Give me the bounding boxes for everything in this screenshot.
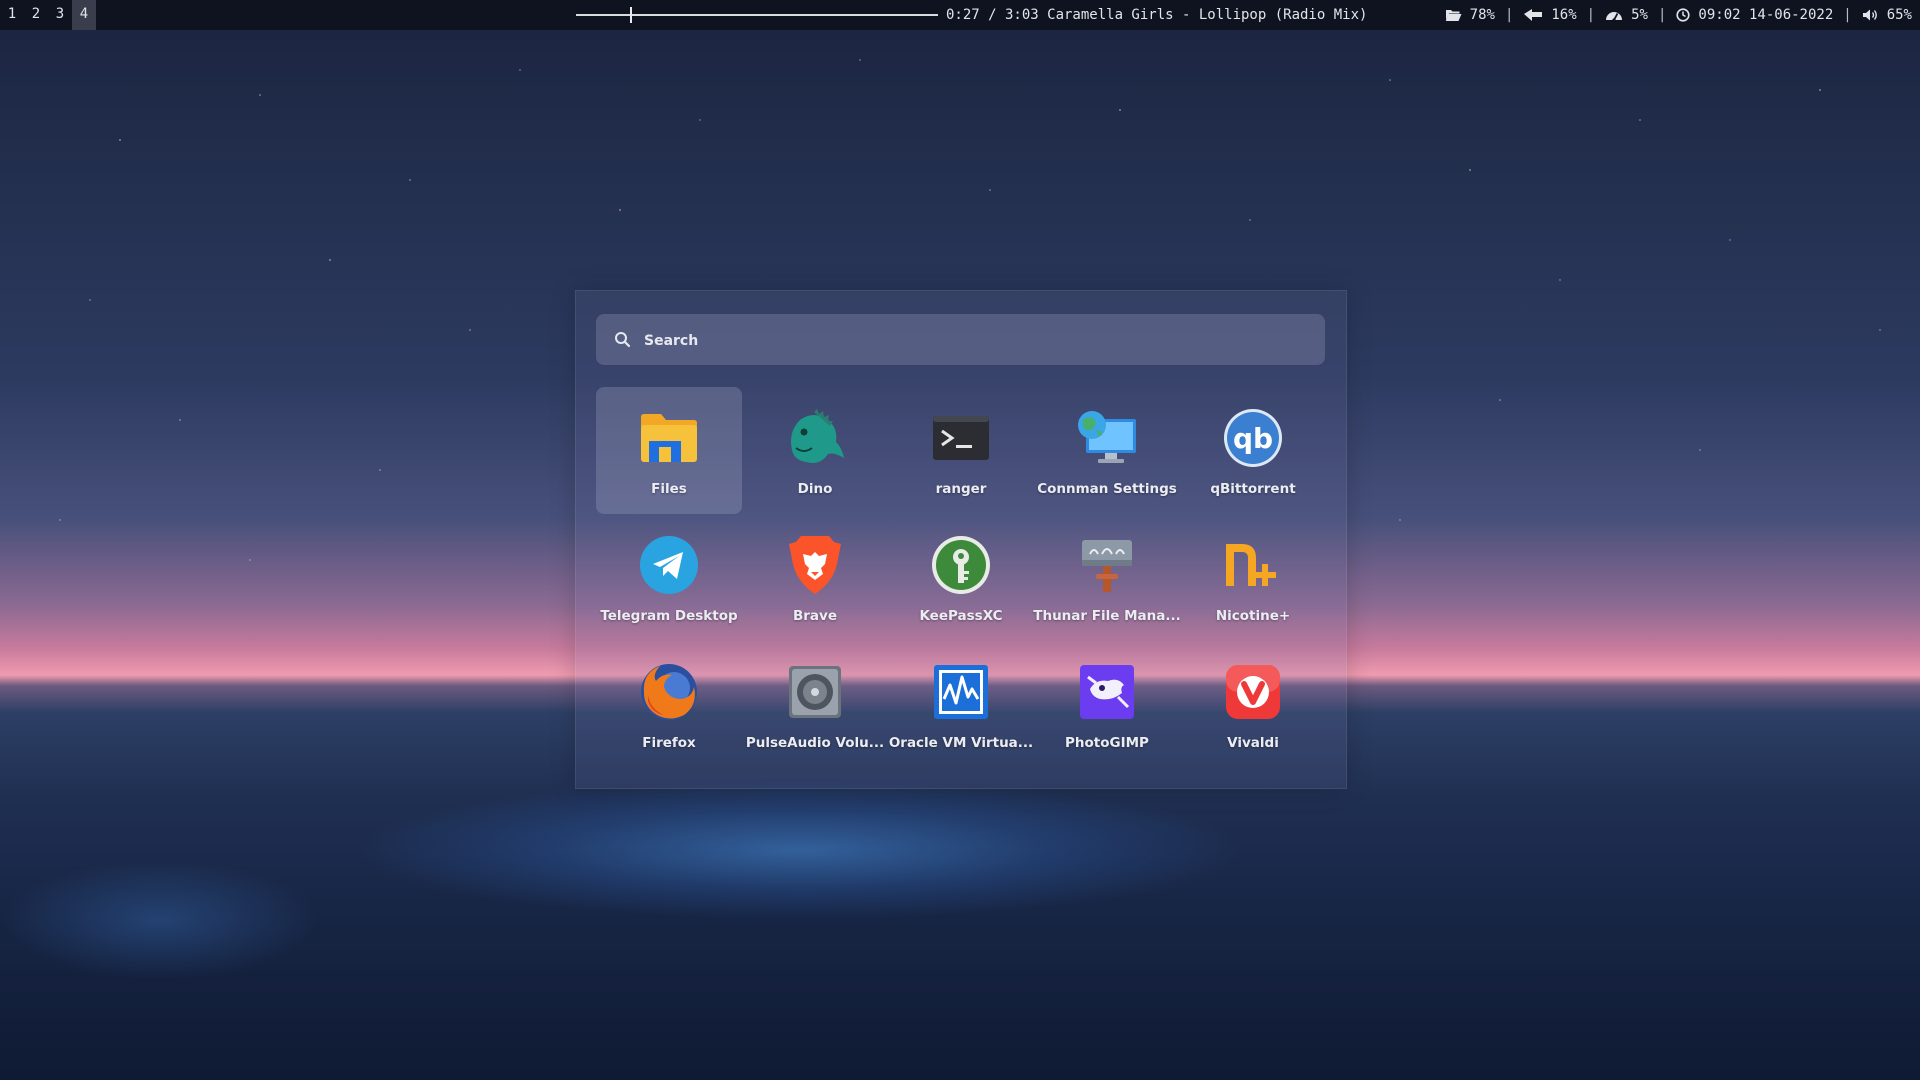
top-status-bar: 1 2 3 4 0:27 / 3:03 Caramella Girls - Lo… (0, 0, 1920, 30)
gauge-icon (1606, 12, 1623, 22)
virtualbox-icon (934, 665, 988, 719)
workspace-2[interactable]: 2 (24, 0, 48, 30)
app-row: Telegram Desktop Brave KeePassXC Thunar … (596, 514, 1326, 641)
app-label: ranger (935, 481, 987, 497)
speaker-icon (789, 666, 841, 718)
thunar-icon (1082, 540, 1132, 592)
brave-lion-icon (789, 536, 841, 594)
app-ranger[interactable]: ranger (888, 387, 1034, 514)
app-vivaldi[interactable]: Vivaldi (1180, 641, 1326, 768)
app-label: Telegram Desktop (600, 608, 738, 624)
volume[interactable]: 65% (1862, 7, 1912, 23)
volume-value: 65% (1886, 7, 1912, 23)
clock-icon (1676, 8, 1691, 22)
memory-usage: 5% (1605, 7, 1648, 23)
media-seek-handle[interactable] (629, 7, 632, 23)
folder-open-icon (1445, 10, 1462, 21)
telegram-icon (640, 536, 698, 594)
workspace-1[interactable]: 1 (0, 0, 24, 30)
status-separator: | (1657, 7, 1667, 23)
app-files[interactable]: Files (596, 387, 742, 514)
now-playing-text: 0:27 / 3:03 Caramella Girls - Lollipop (… (946, 7, 1368, 23)
workspace-switcher: 1 2 3 4 (0, 0, 96, 30)
app-nicotine[interactable]: Nicotine+ (1180, 514, 1326, 641)
workspace-4-active[interactable]: 4 (72, 0, 96, 30)
media-player-widget: 0:27 / 3:03 Caramella Girls - Lollipop (… (576, 0, 1367, 30)
app-pulseaudio-volume-control[interactable]: PulseAudio Volu... (742, 641, 888, 768)
app-label: Connman Settings (1037, 481, 1177, 497)
folder-icon (641, 414, 697, 462)
firefox-icon (641, 664, 697, 720)
disk-usage: 78% (1445, 7, 1495, 23)
qbittorrent-icon: qb (1224, 409, 1282, 467)
app-thunar[interactable]: Thunar File Mana... (1033, 514, 1181, 641)
ocean-wave-highlight (350, 780, 1250, 920)
app-label: Files (651, 481, 687, 497)
app-qbittorrent[interactable]: qb qBittorrent (1180, 387, 1326, 514)
gimp-icon (1080, 665, 1134, 719)
system-status-area: 78% | 16% | 5% | 09:02 14-06-2022 | 65% (1445, 0, 1912, 30)
app-label: PulseAudio Volu... (745, 735, 885, 751)
app-oracle-vm-virtualbox[interactable]: Oracle VM Virtua... (888, 641, 1034, 768)
app-label: PhotoGIMP (1065, 735, 1149, 751)
cpu-usage-value: 16% (1551, 7, 1577, 23)
media-seek-bar[interactable] (576, 7, 938, 23)
dino-icon (791, 409, 844, 463)
app-label: qBittorrent (1210, 481, 1296, 497)
workspace-3[interactable]: 3 (48, 0, 72, 30)
network-icon (1078, 411, 1136, 463)
status-separator: | (1586, 7, 1596, 23)
ocean-wave-highlight-left (0, 860, 320, 980)
search-input[interactable] (642, 314, 1306, 367)
clock-value: 09:02 14-06-2022 (1698, 7, 1834, 23)
app-firefox[interactable]: Firefox (596, 641, 742, 768)
app-label: KeePassXC (919, 608, 1003, 624)
svg-text:qb: qb (1233, 422, 1273, 455)
app-label: Dino (797, 481, 833, 497)
nicotine-icon (1226, 544, 1276, 586)
app-label: Oracle VM Virtua... (888, 735, 1034, 751)
app-keepassxc[interactable]: KeePassXC (888, 514, 1034, 641)
terminal-icon (933, 416, 989, 460)
cpu-usage: 16% (1523, 7, 1577, 23)
status-separator: | (1843, 7, 1852, 23)
app-photogimp[interactable]: PhotoGIMP (1034, 641, 1180, 768)
search-icon (615, 332, 631, 348)
app-brave[interactable]: Brave (742, 514, 888, 641)
app-label: Nicotine+ (1215, 608, 1291, 624)
app-row: Files Dino ranger Connman Settings qb qB… (596, 387, 1326, 514)
app-label: Thunar File Mana... (1033, 608, 1181, 624)
app-dino[interactable]: Dino (742, 387, 888, 514)
status-separator: | (1504, 7, 1514, 23)
search-box[interactable] (596, 314, 1325, 367)
app-connman-settings[interactable]: Connman Settings (1034, 387, 1180, 514)
app-telegram-desktop[interactable]: Telegram Desktop (596, 514, 742, 641)
app-grid: Files Dino ranger Connman Settings qb qB… (596, 387, 1326, 768)
vivaldi-icon (1226, 665, 1280, 719)
keepass-icon (932, 536, 990, 594)
app-label: Brave (792, 608, 837, 624)
volume-icon (1862, 9, 1877, 21)
clock[interactable]: 09:02 14-06-2022 (1676, 7, 1833, 23)
disk-usage-value: 78% (1469, 7, 1495, 23)
cpu-arrow-icon (1524, 9, 1543, 21)
memory-usage-value: 5% (1631, 7, 1648, 23)
app-row: Firefox PulseAudio Volu... Oracle VM Vir… (596, 641, 1326, 768)
app-label: Vivaldi (1227, 735, 1279, 751)
app-label: Firefox (642, 735, 696, 751)
app-launcher: Files Dino (575, 290, 1347, 789)
